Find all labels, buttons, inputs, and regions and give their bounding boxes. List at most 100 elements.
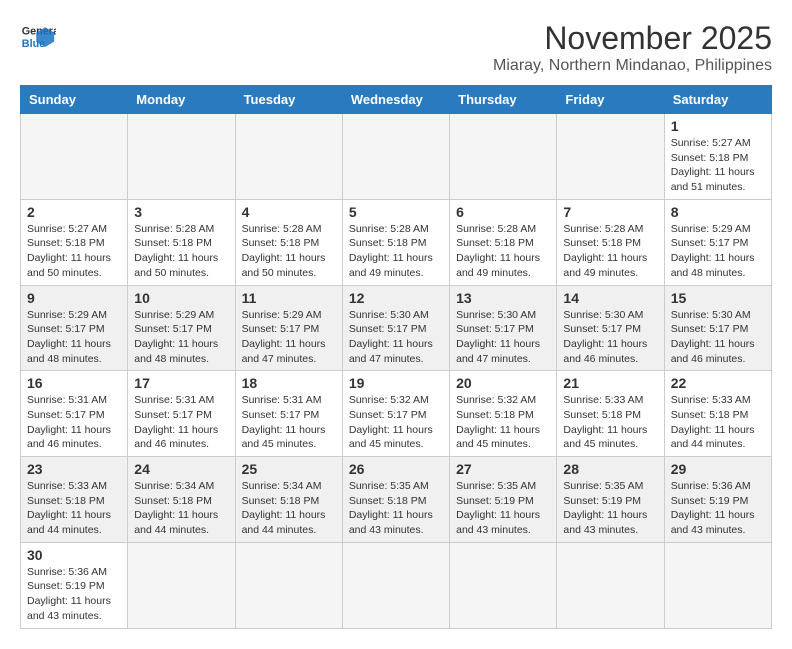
day-info: Sunrise: 5:33 AM Sunset: 5:18 PM Dayligh… <box>27 479 121 538</box>
calendar-cell <box>342 542 449 628</box>
day-info: Sunrise: 5:29 AM Sunset: 5:17 PM Dayligh… <box>242 308 336 367</box>
day-info: Sunrise: 5:32 AM Sunset: 5:17 PM Dayligh… <box>349 393 443 452</box>
calendar-cell <box>342 114 449 200</box>
weekday-header-tuesday: Tuesday <box>235 86 342 114</box>
calendar-cell: 8Sunrise: 5:29 AM Sunset: 5:17 PM Daylig… <box>664 199 771 285</box>
calendar-cell <box>664 542 771 628</box>
day-number: 6 <box>456 204 550 220</box>
calendar-cell: 18Sunrise: 5:31 AM Sunset: 5:17 PM Dayli… <box>235 371 342 457</box>
day-info: Sunrise: 5:36 AM Sunset: 5:19 PM Dayligh… <box>671 479 765 538</box>
day-info: Sunrise: 5:30 AM Sunset: 5:17 PM Dayligh… <box>349 308 443 367</box>
calendar-cell <box>450 542 557 628</box>
day-info: Sunrise: 5:31 AM Sunset: 5:17 PM Dayligh… <box>134 393 228 452</box>
weekday-header-sunday: Sunday <box>21 86 128 114</box>
day-number: 14 <box>563 290 657 306</box>
day-info: Sunrise: 5:32 AM Sunset: 5:18 PM Dayligh… <box>456 393 550 452</box>
day-info: Sunrise: 5:31 AM Sunset: 5:17 PM Dayligh… <box>27 393 121 452</box>
day-info: Sunrise: 5:28 AM Sunset: 5:18 PM Dayligh… <box>242 222 336 281</box>
calendar-cell: 9 Sunrise: 5:29 AM Sunset: 5:17 PM Daylig… <box>21 285 128 371</box>
day-number: 29 <box>671 461 765 477</box>
day-number: 21 <box>563 375 657 391</box>
day-number: 17 <box>134 375 228 391</box>
calendar-cell: 21 Sunrise: 5:33 AM Sunset: 5:18 PM Dayli… <box>557 371 664 457</box>
calendar-cell: 1 Sunrise: 5:27 AM Sunset: 5:18 PM Daylig… <box>664 114 771 200</box>
calendar-cell: 10Sunrise: 5:29 AM Sunset: 5:17 PM Dayli… <box>128 285 235 371</box>
day-info: Sunrise: 5:29 AM Sunset: 5:17 PM Dayligh… <box>671 222 765 281</box>
calendar-cell: 13Sunrise: 5:30 AM Sunset: 5:17 PM Dayli… <box>450 285 557 371</box>
day-number: 26 <box>349 461 443 477</box>
page-header: General Blue November 2025 Miaray, North… <box>20 20 772 75</box>
weekday-header-wednesday: Wednesday <box>342 86 449 114</box>
day-number: 24 <box>134 461 228 477</box>
calendar-cell: 26 Sunrise: 5:35 AM Sunset: 5:18 PM Dayli… <box>342 457 449 543</box>
day-number: 3 <box>134 204 228 220</box>
weekday-header-monday: Monday <box>128 86 235 114</box>
day-number: 27 <box>456 461 550 477</box>
day-info: Sunrise: 5:30 AM Sunset: 5:17 PM Dayligh… <box>563 308 657 367</box>
day-number: 23 <box>27 461 121 477</box>
day-number: 15 <box>671 290 765 306</box>
weekday-header-thursday: Thursday <box>450 86 557 114</box>
day-number: 22 <box>671 375 765 391</box>
calendar-cell <box>557 542 664 628</box>
calendar-week-row-3: 9 Sunrise: 5:29 AM Sunset: 5:17 PM Daylig… <box>21 285 772 371</box>
day-info: Sunrise: 5:33 AM Sunset: 5:18 PM Dayligh… <box>671 393 765 452</box>
day-info: Sunrise: 5:28 AM Sunset: 5:18 PM Dayligh… <box>349 222 443 281</box>
day-number: 9 <box>27 290 121 306</box>
weekday-header-saturday: Saturday <box>664 86 771 114</box>
day-info: Sunrise: 5:30 AM Sunset: 5:17 PM Dayligh… <box>671 308 765 367</box>
calendar-cell: 20Sunrise: 5:32 AM Sunset: 5:18 PM Dayli… <box>450 371 557 457</box>
calendar-week-row-1: 1 Sunrise: 5:27 AM Sunset: 5:18 PM Daylig… <box>21 114 772 200</box>
calendar-cell: 16 Sunrise: 5:31 AM Sunset: 5:17 PM Dayli… <box>21 371 128 457</box>
calendar-cell <box>235 114 342 200</box>
day-info: Sunrise: 5:27 AM Sunset: 5:18 PM Dayligh… <box>671 136 765 195</box>
title-area: November 2025 Miaray, Northern Mindanao,… <box>493 20 772 75</box>
calendar-cell: 19Sunrise: 5:32 AM Sunset: 5:17 PM Dayli… <box>342 371 449 457</box>
day-info: Sunrise: 5:29 AM Sunset: 5:17 PM Dayligh… <box>27 308 121 367</box>
calendar-cell <box>21 114 128 200</box>
calendar-cell: 7 Sunrise: 5:28 AM Sunset: 5:18 PM Daylig… <box>557 199 664 285</box>
calendar-cell: 15 Sunrise: 5:30 AM Sunset: 5:17 PM Dayli… <box>664 285 771 371</box>
calendar-week-row-5: 23 Sunrise: 5:33 AM Sunset: 5:18 PM Dayli… <box>21 457 772 543</box>
calendar-cell: 6 Sunrise: 5:28 AM Sunset: 5:18 PM Daylig… <box>450 199 557 285</box>
day-info: Sunrise: 5:34 AM Sunset: 5:18 PM Dayligh… <box>242 479 336 538</box>
calendar-cell <box>235 542 342 628</box>
calendar-cell: 25 Sunrise: 5:34 AM Sunset: 5:18 PM Dayli… <box>235 457 342 543</box>
calendar-cell: 5 Sunrise: 5:28 AM Sunset: 5:18 PM Daylig… <box>342 199 449 285</box>
calendar-cell: 28Sunrise: 5:35 AM Sunset: 5:19 PM Dayli… <box>557 457 664 543</box>
day-number: 2 <box>27 204 121 220</box>
calendar-week-row-2: 2 Sunrise: 5:27 AM Sunset: 5:18 PM Daylig… <box>21 199 772 285</box>
calendar-cell <box>128 542 235 628</box>
day-info: Sunrise: 5:28 AM Sunset: 5:18 PM Dayligh… <box>456 222 550 281</box>
calendar-cell <box>557 114 664 200</box>
day-number: 12 <box>349 290 443 306</box>
calendar-week-row-4: 16 Sunrise: 5:31 AM Sunset: 5:17 PM Dayli… <box>21 371 772 457</box>
day-number: 25 <box>242 461 336 477</box>
day-number: 16 <box>27 375 121 391</box>
calendar-cell: 29 Sunrise: 5:36 AM Sunset: 5:19 PM Dayli… <box>664 457 771 543</box>
day-info: Sunrise: 5:27 AM Sunset: 5:18 PM Dayligh… <box>27 222 121 281</box>
weekday-header-row: SundayMondayTuesdayWednesdayThursdayFrid… <box>21 86 772 114</box>
day-number: 13 <box>456 290 550 306</box>
calendar-week-row-6: 30 Sunrise: 5:36 AM Sunset: 5:19 PM Dayli… <box>21 542 772 628</box>
day-info: Sunrise: 5:33 AM Sunset: 5:18 PM Dayligh… <box>563 393 657 452</box>
day-number: 30 <box>27 547 121 563</box>
day-info: Sunrise: 5:36 AM Sunset: 5:19 PM Dayligh… <box>27 565 121 624</box>
calendar-cell: 3 Sunrise: 5:28 AM Sunset: 5:18 PM Daylig… <box>128 199 235 285</box>
day-info: Sunrise: 5:28 AM Sunset: 5:18 PM Dayligh… <box>134 222 228 281</box>
day-number: 7 <box>563 204 657 220</box>
day-number: 5 <box>349 204 443 220</box>
calendar-cell <box>128 114 235 200</box>
calendar-cell: 12 Sunrise: 5:30 AM Sunset: 5:17 PM Dayli… <box>342 285 449 371</box>
day-number: 1 <box>671 118 765 134</box>
calendar-cell: 14 Sunrise: 5:30 AM Sunset: 5:17 PM Dayli… <box>557 285 664 371</box>
day-info: Sunrise: 5:28 AM Sunset: 5:18 PM Dayligh… <box>563 222 657 281</box>
calendar-cell: 22 Sunrise: 5:33 AM Sunset: 5:18 PM Dayli… <box>664 371 771 457</box>
day-number: 4 <box>242 204 336 220</box>
generalblue-logo-icon: General Blue <box>20 20 56 56</box>
day-info: Sunrise: 5:35 AM Sunset: 5:18 PM Dayligh… <box>349 479 443 538</box>
calendar-cell: 24Sunrise: 5:34 AM Sunset: 5:18 PM Dayli… <box>128 457 235 543</box>
calendar-cell: 27Sunrise: 5:35 AM Sunset: 5:19 PM Dayli… <box>450 457 557 543</box>
day-info: Sunrise: 5:35 AM Sunset: 5:19 PM Dayligh… <box>563 479 657 538</box>
calendar-cell: 30 Sunrise: 5:36 AM Sunset: 5:19 PM Dayli… <box>21 542 128 628</box>
